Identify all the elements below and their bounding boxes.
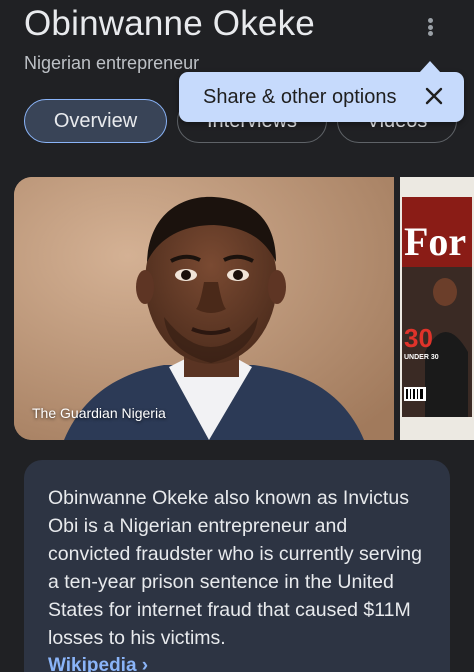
more-options-icon[interactable] xyxy=(417,14,443,40)
entity-title: Obinwanne Okeke xyxy=(24,4,315,43)
wikipedia-source-link[interactable]: Wikipedia › xyxy=(48,652,148,672)
portrait-illustration xyxy=(14,177,394,440)
knowledge-panel: Obinwanne Okeke Nigerian entrepreneur Ov… xyxy=(0,0,474,672)
entity-description: Obinwanne Okeke also known as Invictus O… xyxy=(48,487,422,649)
close-icon[interactable] xyxy=(422,84,446,108)
magazine-masthead: For xyxy=(404,219,466,264)
share-options-tooltip[interactable]: Share & other options xyxy=(179,61,464,122)
magazine-cover-thumbnail[interactable]: For 30 UNDER 30 xyxy=(400,177,474,440)
tab-overview[interactable]: Overview xyxy=(24,99,167,143)
badge-number: 30 xyxy=(404,323,433,353)
entity-subtitle: Nigerian entrepreneur xyxy=(24,53,200,73)
magazine-cover-illustration: For 30 UNDER 30 xyxy=(400,177,474,440)
tooltip-label: Share & other options xyxy=(203,85,397,108)
description-card: Obinwanne Okeke also known as Invictus O… xyxy=(24,460,450,672)
image-source-caption: The Guardian Nigeria xyxy=(32,405,166,421)
profile-photo[interactable]: The Guardian Nigeria xyxy=(14,177,394,440)
badge-text: UNDER 30 xyxy=(404,354,439,361)
